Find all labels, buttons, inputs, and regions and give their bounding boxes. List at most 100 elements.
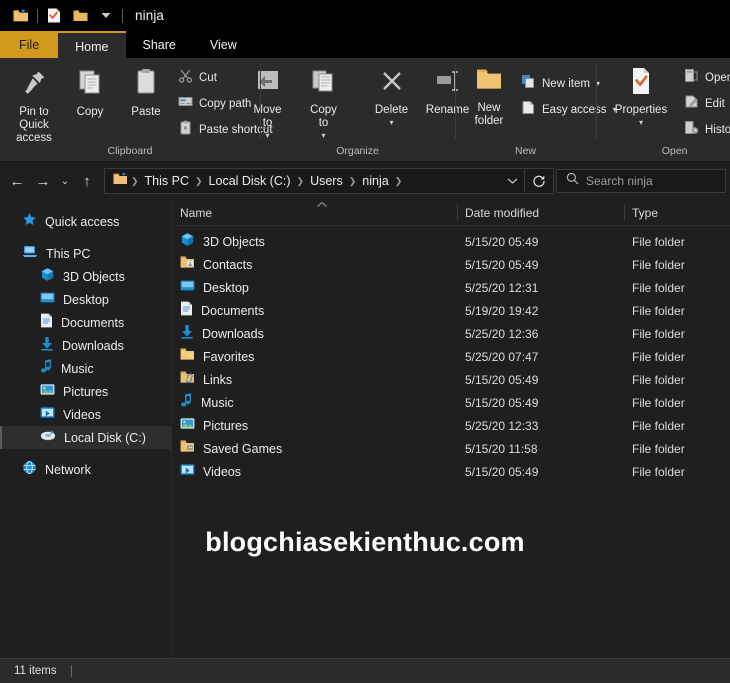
properties-chevron-down-icon[interactable]: ▾ — [639, 118, 643, 127]
sidebar-label-network: Network — [45, 462, 91, 477]
sidebar-item-music[interactable]: Music — [0, 357, 171, 380]
address-dropdown-chevron-down-icon[interactable] — [500, 170, 524, 192]
column-header-type-label: Type — [632, 205, 659, 220]
edit-button[interactable]: Edit — [680, 92, 730, 116]
tab-view[interactable]: View — [193, 31, 254, 58]
paste-icon — [130, 66, 162, 103]
file-explorer-window: ninja File Home Share View Pin to Quick … — [0, 0, 730, 683]
table-row[interactable]: 3D Objects 5/15/20 05:49 File folder — [172, 230, 730, 253]
qat-new-folder-icon[interactable] — [8, 4, 34, 28]
column-header-type[interactable]: Type — [624, 200, 730, 225]
sidebar-item-this-pc[interactable]: This PC — [0, 242, 171, 265]
paste-button[interactable]: Paste — [118, 62, 174, 119]
tab-home[interactable]: Home — [58, 31, 126, 58]
delete-button[interactable]: Delete ▾ — [364, 62, 420, 127]
move-to-button[interactable]: Move to ▾ — [240, 62, 296, 140]
tab-file[interactable]: File — [0, 31, 59, 58]
row-date-cell: 5/15/20 05:49 — [465, 395, 539, 410]
back-button[interactable]: ← — [4, 168, 30, 194]
search-box[interactable]: Search ninja — [556, 169, 726, 193]
pin-icon — [18, 66, 50, 103]
pictures-icon — [40, 383, 55, 401]
navigation-pane: Quick access This PC 3D Objects Desktop … — [0, 200, 171, 658]
table-row[interactable]: Pictures 5/25/20 12:33 File folder — [172, 414, 730, 437]
breadcrumb-item-users[interactable]: Users — [306, 174, 347, 188]
ribbon-group-new: New folder New item ▾ Easy access ▾ New — [455, 58, 617, 161]
forward-button[interactable]: → — [30, 168, 56, 194]
breadcrumb-sep-1[interactable]: ❯ — [193, 176, 205, 187]
breadcrumb-item-local-disk[interactable]: Local Disk (C:) — [205, 174, 295, 188]
sidebar-item-downloads[interactable]: Downloads — [0, 334, 171, 357]
row-date-cell: 5/25/20 12:33 — [465, 418, 539, 433]
recent-locations-button[interactable]: ⌄ — [56, 168, 74, 194]
tab-share[interactable]: Share — [126, 31, 193, 58]
row-type-cell: File folder — [632, 395, 685, 410]
row-name-label: Downloads — [202, 326, 264, 341]
edit-label: Edit — [705, 98, 725, 110]
sidebar-item-network[interactable]: Network — [0, 458, 171, 481]
column-header-name[interactable]: Name — [172, 200, 457, 225]
table-row[interactable]: Videos 5/15/20 05:49 File folder — [172, 460, 730, 483]
breadcrumb-sep-4[interactable]: ❯ — [393, 176, 405, 187]
table-row[interactable]: Links 5/15/20 05:49 File folder — [172, 368, 730, 391]
qat-properties-check-icon[interactable] — [41, 4, 67, 28]
breadcrumb-sep-2[interactable]: ❯ — [295, 176, 307, 187]
contacts-folder-icon — [180, 255, 195, 274]
qat-folder-icon[interactable] — [67, 4, 93, 28]
search-input[interactable]: Search ninja — [586, 174, 653, 188]
delete-x-icon — [377, 66, 407, 101]
table-row[interactable]: Favorites 5/25/20 07:47 File folder — [172, 345, 730, 368]
ribbon-group-clipboard: Pin to Quick access Copy Paste Cut Copy … — [0, 58, 273, 161]
address-folder-icon — [113, 171, 129, 191]
move-to-chevron-down-icon[interactable]: ▾ — [265, 131, 269, 140]
network-icon — [22, 460, 37, 480]
breadcrumb-item-this-pc[interactable]: This PC — [141, 174, 193, 188]
row-name-cell: Links — [172, 370, 457, 389]
copy-button[interactable]: Copy — [62, 62, 118, 119]
breadcrumb-sep-3[interactable]: ❯ — [347, 176, 359, 187]
copy-to-icon — [309, 66, 339, 101]
copy-to-chevron-down-icon[interactable]: ▾ — [321, 131, 325, 140]
3d-objects-icon — [180, 232, 195, 252]
qat-customize-chevron-icon[interactable] — [93, 4, 119, 28]
delete-chevron-down-icon[interactable]: ▾ — [389, 118, 393, 127]
music-folder-icon — [180, 392, 193, 413]
sidebar-item-quick-access[interactable]: Quick access — [0, 210, 171, 233]
refresh-button[interactable] — [524, 170, 553, 192]
ribbon-group-label-clipboard: Clipboard — [107, 145, 153, 157]
history-label: History — [705, 124, 730, 136]
breadcrumb-item-ninja[interactable]: ninja — [358, 174, 392, 188]
pin-to-quick-access-button[interactable]: Pin to Quick access — [6, 62, 62, 145]
new-folder-button[interactable]: New folder — [461, 62, 517, 128]
sidebar-item-desktop[interactable]: Desktop — [0, 288, 171, 311]
row-type-cell: File folder — [632, 257, 685, 272]
table-row[interactable]: Music 5/15/20 05:49 File folder — [172, 391, 730, 414]
history-button[interactable]: History — [680, 118, 730, 142]
table-row[interactable]: Saved Games 5/15/20 11:58 File folder — [172, 437, 730, 460]
open-button[interactable]: Open ▾ — [680, 66, 730, 90]
row-date-cell: 5/15/20 11:58 — [465, 441, 538, 456]
table-row[interactable]: Desktop 5/25/20 12:31 File folder — [172, 276, 730, 299]
sidebar-label-pictures: Pictures — [63, 384, 109, 399]
sidebar-label-3d-objects: 3D Objects — [63, 269, 125, 284]
column-header-date-modified[interactable]: Date modified — [457, 200, 624, 225]
sidebar-item-documents[interactable]: Documents — [0, 311, 171, 334]
status-bar: 11 items — [0, 658, 730, 683]
address-bar[interactable]: ❯ This PC ❯ Local Disk (C:) ❯ Users ❯ ni… — [104, 168, 554, 194]
properties-button[interactable]: Properties ▾ — [602, 62, 680, 127]
up-one-level-button[interactable]: ↑ — [74, 168, 100, 194]
table-row[interactable]: Downloads 5/25/20 12:36 File folder — [172, 322, 730, 345]
sidebar-item-videos[interactable]: Videos — [0, 403, 171, 426]
copy-to-button[interactable]: Copy to ▾ — [296, 62, 352, 140]
documents-icon — [40, 313, 53, 333]
row-date-cell: 5/25/20 07:47 — [465, 349, 539, 364]
table-row[interactable]: Contacts 5/15/20 05:49 File folder — [172, 253, 730, 276]
sidebar-item-pictures[interactable]: Pictures — [0, 380, 171, 403]
table-row[interactable]: Documents 5/19/20 19:42 File folder — [172, 299, 730, 322]
quick-access-toolbar — [8, 4, 126, 28]
copy-to-label: Copy to — [310, 104, 337, 129]
column-header-row: Name Date modified Type — [172, 200, 730, 226]
sidebar-item-local-disk[interactable]: Local Disk (C:) — [0, 426, 171, 449]
sidebar-item-3d-objects[interactable]: 3D Objects — [0, 265, 171, 288]
navigation-bar: ← → ⌄ ↑ ❯ This PC ❯ Local Disk (C:) ❯ Us… — [0, 162, 730, 200]
